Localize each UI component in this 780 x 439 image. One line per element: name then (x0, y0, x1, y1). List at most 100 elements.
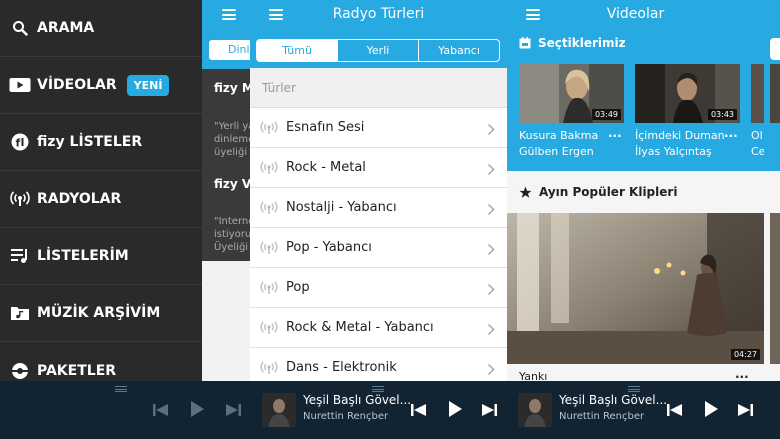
featured-video[interactable] (770, 213, 780, 364)
promo-title[interactable]: fizy Mü (214, 81, 250, 95)
next-icon[interactable] (737, 402, 753, 421)
genre-label: Esnafın Sesi (286, 120, 365, 135)
more-options-icon[interactable]: ... (735, 367, 749, 381)
featured-video[interactable]: 04:27 (507, 213, 764, 364)
genre-label: Rock & Metal - Yabancı (286, 320, 434, 335)
video-thumbnail[interactable] (751, 64, 764, 123)
genre-filter-tabs: Tümü Yerli Yabancı (256, 39, 500, 62)
picks-title: Seçtiklerimiz (538, 36, 626, 50)
duration-badge: 04:27 (730, 349, 760, 360)
menu-item-radios[interactable]: RADYOLAR (0, 171, 202, 228)
video-thumbnail[interactable]: 03:49 (519, 64, 624, 123)
new-badge: YENİ (126, 74, 170, 96)
grip-handle[interactable] (372, 386, 384, 392)
genre-label: Dans - Elektronik (286, 360, 397, 375)
tab-foreign[interactable]: Yabancı (418, 40, 499, 61)
star-icon (519, 186, 532, 198)
genre-row[interactable]: Pop (250, 268, 507, 308)
radio-icon (260, 360, 278, 375)
radio-icon (260, 120, 278, 135)
genre-label: Pop - Yabancı (286, 240, 372, 255)
previous-icon[interactable] (153, 402, 169, 421)
genre-row[interactable]: Pop - Yabancı (250, 228, 507, 268)
chevron-right-icon (487, 321, 495, 340)
chevron-right-icon (487, 161, 495, 180)
popular-section-title: Ayın Popüler Klipleri (519, 185, 677, 199)
next-panel-segment[interactable] (770, 38, 780, 60)
grip-handle[interactable] (628, 386, 640, 392)
album-cover[interactable] (262, 393, 296, 427)
radio-genres-panel: Radyo Türleri Tümü Yerli Yabancı Türler … (250, 0, 507, 381)
menu-item-label: fizy LİSTELER (37, 134, 143, 150)
video-title[interactable]: Ol (751, 129, 763, 142)
menu-item-label: ARAMA (37, 20, 95, 36)
more-options-icon[interactable]: ... (724, 126, 738, 140)
previous-icon[interactable] (411, 402, 427, 421)
genre-label: Rock - Metal (286, 160, 366, 175)
picks-section-title: Seçtiklerimiz (519, 36, 626, 50)
radio-icon (260, 200, 278, 215)
track-artist: Nurettin Rençber (303, 411, 389, 422)
track-title[interactable]: Yeşil Başlı Gövel... (559, 393, 667, 407)
genre-label: Nostalji - Yabancı (286, 200, 397, 215)
video-artist[interactable]: Ce (751, 145, 764, 158)
video-thumbnail[interactable] (770, 64, 780, 123)
radio-header: Radyo Türleri Tümü Yerli Yabancı (250, 0, 507, 68)
promo-desc: "Yerli ya (214, 121, 250, 132)
video-title[interactable]: Kusura Bakma (519, 129, 598, 142)
genre-row[interactable]: Dans - Elektronik (250, 348, 507, 381)
play-icon[interactable] (448, 401, 462, 421)
mini-player: Yeşil Başlı Gövel... Nurettin Rençber Ye… (0, 381, 780, 439)
menu-item-label: RADYOLAR (37, 191, 122, 207)
videos-header: Videolar Seçtiklerimiz 03:49 Kusura Bakm… (507, 0, 764, 171)
play-icon[interactable] (704, 401, 718, 421)
popular-title: Ayın Popüler Klipleri (539, 185, 678, 199)
menu-item-music-archive[interactable]: MÜZİK ARŞİVİM (0, 285, 202, 342)
previous-icon[interactable] (667, 402, 683, 421)
menu-item-my-lists[interactable]: LİSTELERİM (0, 228, 202, 285)
album-cover[interactable] (518, 393, 552, 427)
duration-badge: 03:49 (591, 109, 621, 120)
play-icon[interactable] (190, 401, 204, 421)
menu-icon[interactable] (222, 9, 236, 20)
radio-icon (260, 320, 278, 335)
radio-icon (9, 191, 31, 207)
promo-desc: Üyeliği i (214, 242, 250, 253)
genre-row[interactable]: Esnafın Sesi (250, 108, 507, 148)
tab-all[interactable]: Tümü (257, 40, 337, 61)
more-options-icon[interactable]: ... (608, 126, 622, 140)
video-title[interactable]: Yankı (519, 370, 547, 381)
menu-item-search[interactable]: ARAMA (0, 0, 202, 57)
duration-badge: 03:43 (707, 109, 737, 120)
listen-header (202, 0, 250, 29)
grip-handle[interactable] (115, 386, 127, 392)
radio-icon (260, 280, 278, 295)
video-title[interactable]: İçimdeki Duman (635, 129, 725, 142)
chevron-right-icon (487, 241, 495, 260)
video-artist[interactable]: Gülben Ergen (519, 145, 594, 158)
genre-row[interactable]: Rock - Metal (250, 148, 507, 188)
chevron-right-icon (487, 281, 495, 300)
genre-row[interactable]: Rock & Metal - Yabancı (250, 308, 507, 348)
navigation-drawer: ARAMA VİDEOLAR YENİ f fizy LİSTELER RADY… (0, 0, 202, 381)
video-thumbnail[interactable]: 03:43 (635, 64, 740, 123)
calendar-icon (519, 37, 531, 49)
radio-icon (260, 240, 278, 255)
menu-item-videos[interactable]: VİDEOLAR YENİ (0, 57, 202, 114)
menu-item-fizy-lists[interactable]: f fizy LİSTELER (0, 114, 202, 171)
radio-icon (260, 160, 278, 175)
next-icon[interactable] (225, 402, 241, 421)
package-icon (9, 362, 31, 380)
tab-local[interactable]: Yerli (337, 40, 418, 61)
promo-desc: "Interne (214, 216, 250, 227)
promo-desc: dinleme (214, 134, 250, 145)
next-icon[interactable] (481, 402, 497, 421)
promo-title[interactable]: fizy Vid (214, 177, 250, 191)
menu-item-label: PAKETLER (37, 362, 117, 379)
video-artist[interactable]: İlyas Yalçıntaş (635, 145, 712, 158)
genre-row[interactable]: Nostalji - Yabancı (250, 188, 507, 228)
app-screenshot: ARAMA VİDEOLAR YENİ f fizy LİSTELER RADY… (0, 0, 780, 439)
segment-listen[interactable]: Dinle (208, 39, 250, 61)
menu-item-label: MÜZİK ARŞİVİM (37, 305, 161, 321)
track-title[interactable]: Yeşil Başlı Gövel... (303, 393, 411, 407)
